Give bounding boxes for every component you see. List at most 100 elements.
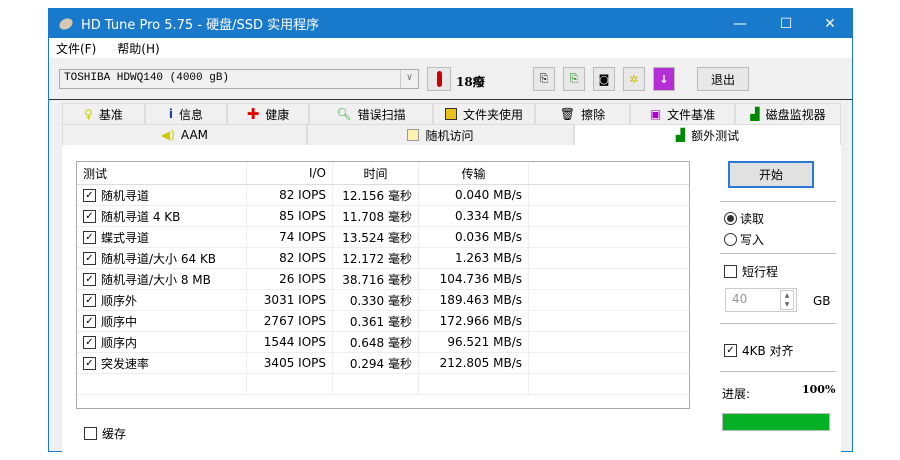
cache-checkbox[interactable] xyxy=(84,427,97,440)
header-test[interactable]: 测试 xyxy=(77,162,247,184)
align-4kb-label: 4KB 对齐 xyxy=(742,344,794,358)
test-cell[interactable]: ✓ 随机寻道/大小 64 KB xyxy=(77,248,247,268)
trash-icon: 🗑︎ xyxy=(559,107,576,121)
test-cell[interactable]: ✓ 随机寻道 4 KB xyxy=(77,206,247,226)
file-benchmark-icon: ▣ xyxy=(649,107,662,121)
save-button[interactable]: ↓ xyxy=(653,67,675,91)
tab-row-1: ♀ 基准 i 信息 ✚ 健康 🔍︎ 错误扫描 文件夹使用 🗑︎ 擦除 ▣ 文件基准 ▟ 磁盘监… xyxy=(62,103,841,124)
test-checkbox[interactable]: ✓ xyxy=(83,188,96,202)
info-icon: i xyxy=(168,107,174,121)
test-name: 突发速率 xyxy=(101,356,150,371)
time-cell: 11.708 毫秒 xyxy=(333,206,419,226)
tab-health[interactable]: ✚ 健康 xyxy=(227,103,309,124)
tab-aam[interactable]: ◀) AAM xyxy=(62,124,307,145)
speaker-icon: ◀) xyxy=(160,128,175,142)
drive-select[interactable]: TOSHIBA HDWQ140 (4000 gB) ∨ xyxy=(59,69,419,89)
test-checkbox[interactable]: ✓ xyxy=(83,335,96,349)
divider xyxy=(720,323,836,324)
header-io[interactable]: I/O xyxy=(247,162,333,184)
window-title: HD Tune Pro 5.75 - 硬盘/SSD 实用程序 xyxy=(81,18,320,33)
app-window: HD Tune Pro 5.75 - 硬盘/SSD 实用程序 — ☐ ✕ 文件(… xyxy=(48,8,853,452)
close-button[interactable]: ✕ xyxy=(807,9,853,38)
test-checkbox[interactable]: ✓ xyxy=(83,230,96,244)
temperature-value: 18癈 xyxy=(456,75,485,89)
cache-option[interactable]: 缓存 xyxy=(84,425,126,442)
tab-folder-usage[interactable]: 文件夹使用 xyxy=(433,103,535,124)
test-cell[interactable]: ✓ 顺序内 xyxy=(77,332,247,352)
transfer-cell: 96.521 MB/s xyxy=(419,332,529,352)
menu-file[interactable]: 文件(F) xyxy=(56,40,96,57)
exit-button[interactable]: 退出 xyxy=(697,67,749,91)
test-name: 随机寻道/大小 8 MB xyxy=(101,272,211,287)
test-cell[interactable]: ✓ 随机寻道/大小 8 MB xyxy=(77,269,247,289)
align-4kb-checkbox[interactable]: ✓ xyxy=(724,344,737,357)
tab-benchmark[interactable]: ♀ 基准 xyxy=(62,103,145,124)
align-4kb-option[interactable]: ✓ 4KB 对齐 xyxy=(724,342,794,359)
results-table: 测试 I/O 时间 传输 ✓ 随机寻道 82 IOPS 12.156 毫秒 0.0… xyxy=(76,161,690,409)
drive-select-value: TOSHIBA HDWQ140 (4000 gB) xyxy=(64,72,230,84)
tab-extra-tests[interactable]: ▟ 额外测试 xyxy=(574,124,841,145)
test-checkbox[interactable]: ✓ xyxy=(83,314,96,328)
header-time[interactable]: 时间 xyxy=(333,162,419,184)
table-header: 测试 I/O 时间 传输 xyxy=(77,162,689,185)
tab-label: 文件基准 xyxy=(667,107,716,122)
table-row: ✓ 随机寻道 4 KB 85 IOPS 11.708 毫秒 0.334 MB/s xyxy=(77,206,689,227)
options-button[interactable]: ✲ xyxy=(623,67,645,91)
screenshot-button[interactable]: ◙ xyxy=(593,67,615,91)
thermometer-icon xyxy=(436,71,442,87)
tab-file-benchmark[interactable]: ▣ 文件基准 xyxy=(630,103,735,124)
test-cell[interactable]: ✓ 顺序外 xyxy=(77,290,247,310)
test-checkbox[interactable]: ✓ xyxy=(83,293,96,307)
test-name: 随机寻道 4 KB xyxy=(101,209,181,224)
header-transfer[interactable]: 传输 xyxy=(419,162,529,184)
tab-error-scan[interactable]: 🔍︎ 错误扫描 xyxy=(309,103,433,124)
short-stroke-spinner[interactable]: 40 ▲ ▼ xyxy=(725,288,797,312)
test-checkbox[interactable]: ✓ xyxy=(83,356,96,370)
time-cell: 12.156 毫秒 xyxy=(333,185,419,205)
short-stroke-option[interactable]: 短行程 xyxy=(724,263,778,280)
gears-icon: ✲ xyxy=(629,72,639,86)
copy-image-icon: ⎘ xyxy=(569,72,579,85)
time-cell: 0.294 毫秒 xyxy=(333,353,419,373)
test-name: 随机寻道 xyxy=(101,188,150,203)
test-cell[interactable]: ✓ 顺序中 xyxy=(77,311,247,331)
table-row: ✓ 顺序中 2767 IOPS 0.361 毫秒 172.966 MB/s xyxy=(77,311,689,332)
copy-text-button[interactable]: ⎘ xyxy=(533,67,555,91)
temperature-button[interactable] xyxy=(427,67,451,91)
copy-image-button[interactable]: ⎘ xyxy=(563,67,585,91)
test-checkbox[interactable]: ✓ xyxy=(83,272,96,286)
read-option[interactable]: 读取 xyxy=(724,210,764,227)
table-row: ✓ 突发速率 3405 IOPS 0.294 毫秒 212.805 MB/s xyxy=(77,353,689,374)
tab-erase[interactable]: 🗑︎ 擦除 xyxy=(535,103,630,124)
extra-tests-panel: 测试 I/O 时间 传输 ✓ 随机寻道 82 IOPS 12.156 毫秒 0.0… xyxy=(62,145,841,452)
tab-info[interactable]: i 信息 xyxy=(145,103,227,124)
tab-label: 基准 xyxy=(98,107,123,122)
tab-random-access[interactable]: 随机访问 xyxy=(307,124,574,145)
spinner-arrows-icon[interactable]: ▲ ▼ xyxy=(780,290,794,310)
minimize-button[interactable]: — xyxy=(717,9,763,38)
io-cell: 82 IOPS xyxy=(247,185,333,205)
tab-disk-monitor[interactable]: ▟ 磁盘监视器 xyxy=(735,103,841,124)
test-cell[interactable]: ✓ 随机寻道 xyxy=(77,185,247,205)
short-stroke-checkbox[interactable] xyxy=(724,265,737,278)
app-disk-icon xyxy=(57,15,75,32)
read-radio[interactable] xyxy=(724,212,737,225)
tab-label: 随机访问 xyxy=(425,128,474,143)
test-checkbox[interactable]: ✓ xyxy=(83,251,96,265)
write-radio[interactable] xyxy=(724,233,737,246)
start-button[interactable]: 开始 xyxy=(728,161,814,188)
progress-label: 进展: xyxy=(722,387,751,401)
test-cell[interactable]: ✓ 突发速率 xyxy=(77,353,247,373)
test-name: 顺序内 xyxy=(101,335,138,350)
test-cell[interactable]: ✓ 蝶式寻道 xyxy=(77,227,247,247)
io-cell: 82 IOPS xyxy=(247,248,333,268)
menu-help[interactable]: 帮助(H) xyxy=(117,40,159,57)
maximize-button[interactable]: ☐ xyxy=(763,9,809,38)
test-checkbox[interactable]: ✓ xyxy=(83,209,96,223)
bulb-icon: ♀ xyxy=(84,107,93,121)
table-row: ✓ 蝶式寻道 74 IOPS 13.524 毫秒 0.036 MB/s xyxy=(77,227,689,248)
tab-label: AAM xyxy=(180,128,209,142)
tab-label: 擦除 xyxy=(581,107,606,122)
write-option[interactable]: 写入 xyxy=(724,231,764,248)
magnifier-icon: 🔍︎ xyxy=(336,107,352,121)
